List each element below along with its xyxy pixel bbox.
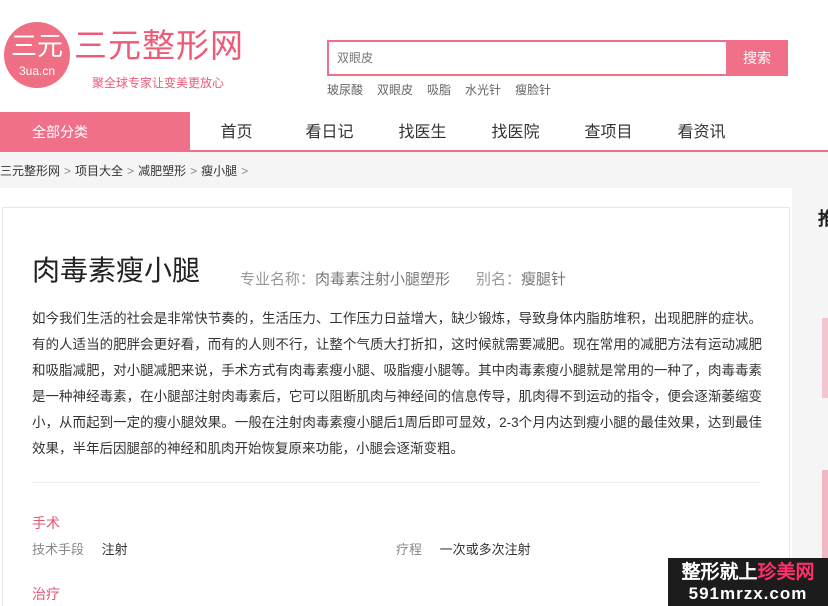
course-row: 疗程 一次或多次注射 [396, 541, 531, 559]
logo-text: 三元 [10, 31, 63, 61]
breadcrumb: 三元整形网 > 项目大全 > 减肥塑形 > 瘦小腿 > [0, 163, 252, 179]
technique-value: 注射 [101, 542, 128, 557]
alias-label: 别名： [476, 271, 522, 288]
sidebar-image[interactable] [822, 470, 828, 560]
pro-name-value: 肉毒素注射小腿塑形 [315, 271, 451, 288]
project-description: 如今我们生活的社会是非常快节奏的，生活压力、工作压力日益增大，缺少锻炼，导致身体… [32, 311, 762, 456]
watermark-line2: 591mrzx.com [688, 584, 808, 603]
nav-item-doctors[interactable]: 找医生 [376, 112, 469, 152]
course-value: 一次或多次注射 [439, 542, 531, 557]
breadcrumb-separator: > [127, 164, 135, 178]
divider [32, 482, 760, 483]
breadcrumb-separator: > [190, 164, 198, 178]
sidebar-heading: 推 [818, 209, 828, 229]
page: 三元 3ua.cn 三元整形网 聚全球专家让变美更放心 搜索 玻尿酸 双眼皮 吸… [0, 0, 828, 606]
watermark: 整形就上珍美网 591mrzx.com [668, 558, 828, 606]
nav-item-projects[interactable]: 查项目 [562, 112, 655, 152]
breadcrumb-item[interactable]: 减肥塑形 [138, 163, 186, 179]
search-button[interactable]: 搜索 [726, 40, 788, 76]
watermark-line1: 整形就上珍美网 [681, 562, 815, 583]
project-title: 肉毒素瘦小腿 [32, 255, 201, 286]
nav-item-hospitals[interactable]: 找医院 [469, 112, 562, 152]
main-nav: 首页 看日记 找医生 找医院 查项目 看资讯 [190, 112, 748, 152]
breadcrumb-item[interactable]: 项目大全 [75, 163, 123, 179]
nav-item-home[interactable]: 首页 [190, 112, 283, 152]
technique-row: 技术手段 注射 [32, 541, 128, 559]
site-name[interactable]: 三元整形网 [74, 26, 244, 66]
breadcrumb-separator: > [64, 164, 72, 178]
pro-name-label: 专业名称： [240, 271, 316, 288]
technique-label: 技术手段 [32, 542, 85, 557]
course-label: 疗程 [396, 542, 423, 557]
site-slogan: 聚全球专家让变美更放心 [92, 76, 225, 90]
breadcrumb-item[interactable]: 瘦小腿 [201, 163, 237, 179]
alias-value: 瘦腿针 [521, 271, 567, 288]
all-categories-button[interactable]: 全部分类 [0, 112, 190, 152]
hot-tag[interactable]: 水光针 [465, 82, 501, 98]
hot-tag[interactable]: 玻尿酸 [327, 82, 363, 98]
breadcrumb-separator: > [241, 164, 249, 178]
surgery-section-title: 手术 [32, 515, 60, 531]
hot-tag[interactable]: 双眼皮 [377, 82, 413, 98]
hot-tag[interactable]: 吸脂 [427, 82, 451, 98]
nav-item-diary[interactable]: 看日记 [283, 112, 376, 152]
hot-tag[interactable]: 瘦脸针 [515, 82, 551, 98]
logo-domain: 3ua.cn [18, 64, 56, 78]
logo[interactable]: 三元 3ua.cn [4, 22, 70, 88]
search-box [327, 40, 726, 76]
nav-item-news[interactable]: 看资讯 [655, 112, 748, 152]
search-input[interactable] [329, 42, 726, 74]
sidebar-image[interactable] [822, 318, 828, 398]
treatment-section-title: 治疗 [32, 586, 60, 602]
hot-search-tags: 玻尿酸 双眼皮 吸脂 水光针 瘦脸针 [327, 82, 565, 98]
project-meta: 专业名称： 肉毒素注射小腿塑形 别名： 瘦腿针 [240, 270, 566, 290]
breadcrumb-item[interactable]: 三元整形网 [0, 163, 60, 179]
